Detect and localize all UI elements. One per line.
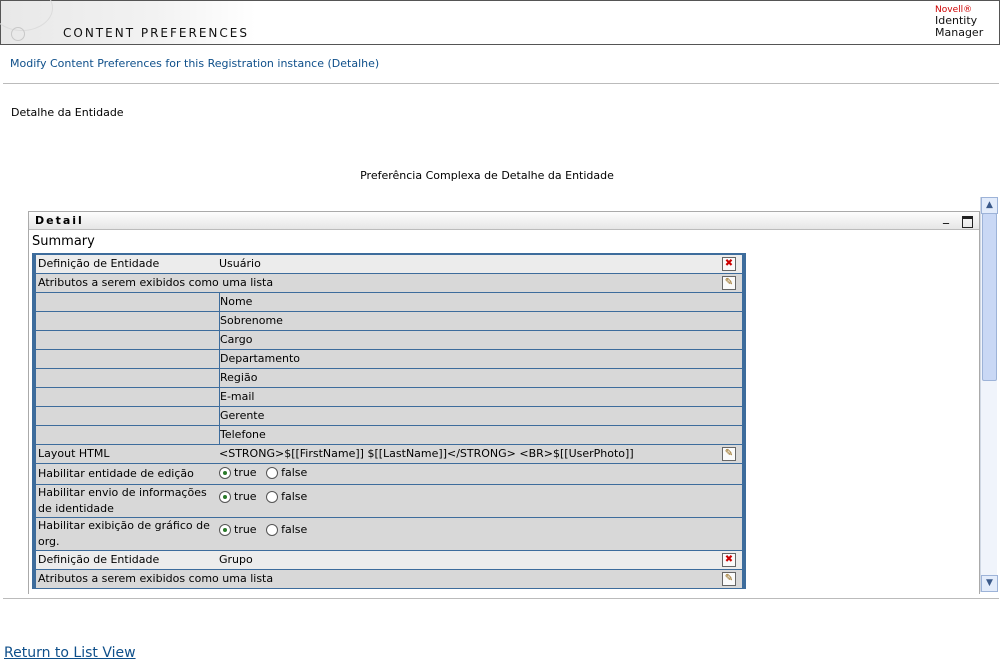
return-to-list-link[interactable]: Return to List View	[4, 645, 136, 661]
portlet-titlebar: Detail _	[29, 212, 979, 230]
edit-icon[interactable]: ✎	[722, 572, 736, 586]
radio-selected-icon[interactable]	[219, 466, 231, 479]
edit-icon[interactable]: ✎	[722, 447, 736, 461]
layout-html-value: <STRONG>$[[FirstName]] $[[LastName]]</ST…	[219, 447, 634, 460]
attribute-name: Cargo	[220, 333, 253, 346]
radio-true[interactable]: true	[219, 489, 257, 505]
portlet-title: Detail	[35, 214, 84, 227]
row-label: Layout HTML	[38, 447, 110, 460]
vertical-scrollbar[interactable]: ▲ ▼	[980, 197, 998, 592]
attribute-row: Cargo	[36, 331, 742, 350]
delete-icon[interactable]: ✖	[722, 257, 736, 271]
row-label: Atributos a serem exibidos como uma list…	[38, 276, 274, 289]
radio-unselected-icon[interactable]	[266, 524, 279, 536]
radio-false[interactable]: false	[266, 489, 307, 505]
attribute-row: E-mail	[36, 388, 742, 407]
attribute-name: Sobrenome	[220, 314, 283, 327]
table-row: Atributos a serem exibidos como uma list…	[36, 570, 742, 589]
attribute-row: Telefone	[36, 426, 742, 445]
radio-false[interactable]: false	[266, 465, 307, 481]
table-row: Habilitar exibição de gráfico de org. tr…	[36, 518, 742, 551]
radio-unselected-icon[interactable]	[266, 491, 279, 503]
delete-icon[interactable]: ✖	[722, 553, 736, 567]
table-row: Habilitar entidade de edição true false	[36, 464, 742, 485]
row-value: Usuário	[219, 257, 261, 270]
detail-portlet: Detail _ Summary Definição de Entidade U…	[28, 211, 980, 594]
table-row: Definição de Entidade Grupo ✖	[36, 551, 742, 570]
table-row: Atributos a serem exibidos como uma list…	[36, 274, 742, 293]
attribute-name: Gerente	[220, 409, 265, 422]
attribute-name: Departamento	[220, 352, 301, 365]
radio-true[interactable]: true	[219, 465, 257, 481]
decor-circle-large	[0, 0, 53, 31]
radio-unselected-icon[interactable]	[266, 466, 279, 479]
maximize-icon[interactable]	[962, 216, 973, 228]
radio-false[interactable]: false	[266, 522, 307, 538]
radio-selected-icon[interactable]	[219, 524, 231, 536]
table-row: Layout HTML <STRONG>$[[FirstName]] $[[La…	[36, 445, 742, 464]
page-title: CONTENT PREFERENCES	[63, 26, 249, 40]
attribute-name: Nome	[220, 295, 253, 308]
edit-icon[interactable]: ✎	[722, 276, 736, 290]
attribute-row: Região	[36, 369, 742, 388]
attribute-row: Gerente	[36, 407, 742, 426]
novell-logo: Novell® Identity Manager	[935, 5, 987, 39]
scroll-thumb[interactable]	[982, 213, 997, 381]
preferences-table: Definição de Entidade Usuário ✖ Atributo…	[32, 253, 746, 589]
row-label: Atributos a serem exibidos como uma list…	[38, 572, 274, 585]
scroll-up-icon[interactable]: ▲	[981, 197, 998, 214]
decor-circle-small	[11, 27, 25, 41]
attribute-name: E-mail	[220, 390, 255, 403]
attribute-name: Telefone	[220, 428, 266, 441]
row-label: Habilitar entidade de edição	[38, 467, 194, 480]
row-value: Grupo	[219, 553, 253, 566]
row-label: Definição de Entidade	[38, 553, 160, 566]
attribute-row: Sobrenome	[36, 312, 742, 331]
brand-manager: Manager	[935, 26, 984, 39]
page-subtitle: Modify Content Preferences for this Regi…	[10, 57, 380, 70]
attribute-row: Departamento	[36, 350, 742, 369]
radio-true[interactable]: true	[219, 522, 257, 538]
scroll-down-icon[interactable]: ▼	[981, 575, 998, 592]
attribute-row: Nome	[36, 293, 742, 312]
radio-selected-icon[interactable]	[219, 491, 231, 503]
row-label: Definição de Entidade	[38, 257, 160, 270]
table-row: Habilitar envio de informações de identi…	[36, 485, 742, 518]
row-label: Habilitar envio de informações de identi…	[38, 486, 207, 515]
summary-heading: Summary	[32, 234, 95, 249]
minimize-icon[interactable]: _	[943, 212, 949, 224]
row-label: Habilitar exibição de gráfico de org.	[38, 519, 210, 548]
table-row: Definição de Entidade Usuário ✖	[36, 255, 742, 274]
header-bar: CONTENT PREFERENCES Novell® Identity Man…	[0, 0, 1000, 45]
attribute-name: Região	[220, 371, 258, 384]
entity-label: Detalhe da Entidade	[11, 106, 124, 119]
preference-title: Preferência Complexa de Detalhe da Entid…	[360, 169, 614, 182]
